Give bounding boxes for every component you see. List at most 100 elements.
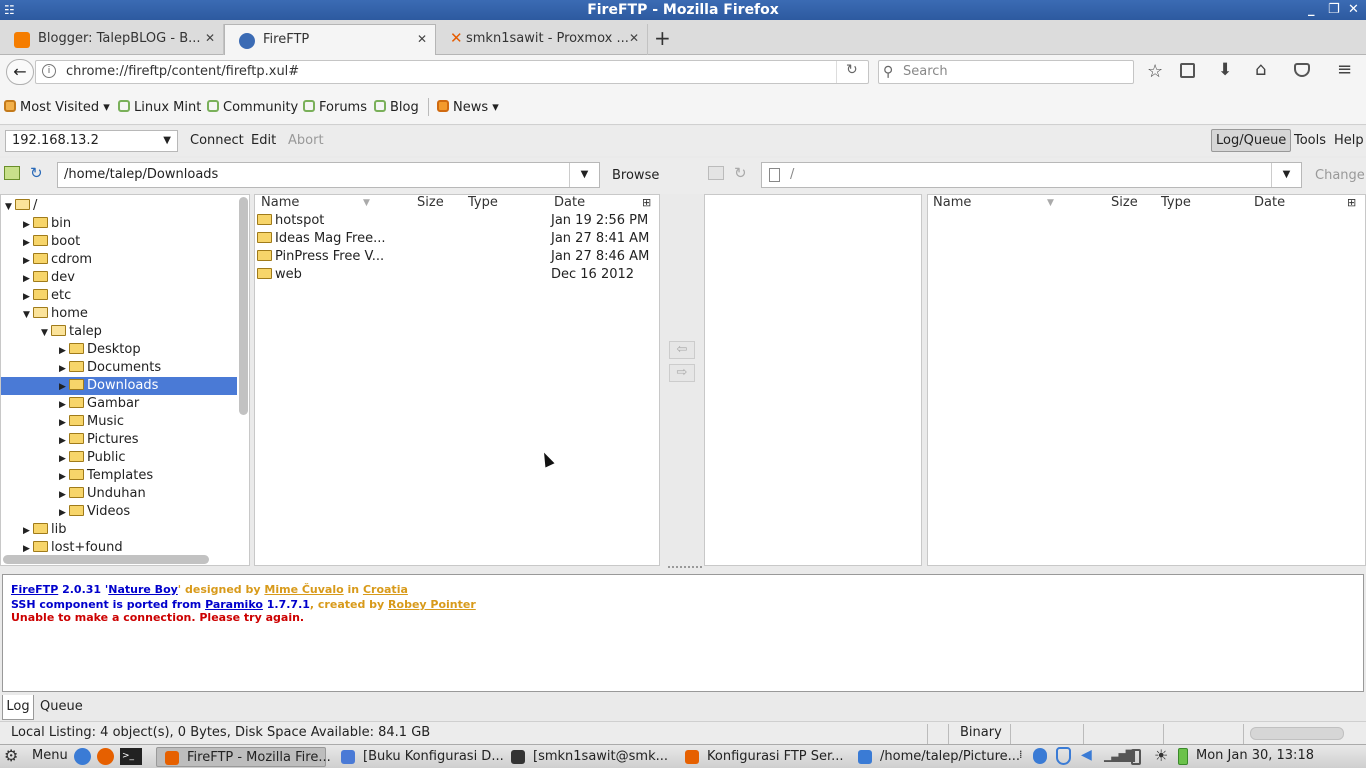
file-row[interactable]: hotspot Jan 19 2:56 PM: [257, 212, 657, 230]
pocket-icon[interactable]: [1294, 63, 1310, 77]
taskbar-window-button[interactable]: [smkn1sawit@smk...: [503, 747, 671, 767]
tools-menu[interactable]: Tools: [1294, 133, 1326, 148]
transfer-right-arrow-icon[interactable]: ⇨: [669, 364, 695, 382]
expand-arrow-icon[interactable]: ▶: [59, 504, 69, 522]
expand-arrow-icon[interactable]: ▶: [59, 342, 69, 360]
abort-button[interactable]: Abort: [288, 133, 324, 148]
tab-queue[interactable]: Queue: [40, 695, 83, 719]
local-folder-tree[interactable]: ▼ / ▶ bin ▶ boot ▶ cdrom ▶ dev ▶ etc ▼ home ▼ talep ▶ Des…: [0, 194, 250, 566]
window-menu-icon[interactable]: ☷: [4, 0, 15, 20]
hamburger-menu-icon[interactable]: ≡: [1337, 59, 1352, 80]
column-picker-icon[interactable]: ⊞: [1347, 195, 1356, 211]
connect-button[interactable]: Connect: [190, 133, 244, 148]
column-header-size[interactable]: Size: [417, 195, 444, 211]
author-link[interactable]: Mime Čuvalo: [264, 583, 343, 596]
file-row[interactable]: Ideas Mag Free... Jan 27 8:41 AM: [257, 230, 657, 248]
tab-log[interactable]: Log: [2, 695, 34, 720]
remote-folder-tree[interactable]: [704, 194, 922, 566]
nature-boy-link[interactable]: Nature Boy: [108, 583, 178, 596]
power-icon[interactable]: [1178, 748, 1188, 765]
expand-arrow-icon[interactable]: ▶: [59, 396, 69, 414]
close-tab-icon[interactable]: ✕: [205, 31, 215, 45]
brightness-icon[interactable]: ☀: [1154, 746, 1168, 765]
column-header-type[interactable]: Type: [1161, 195, 1191, 211]
expand-arrow-icon[interactable]: ▶: [23, 216, 33, 234]
expand-arrow-icon[interactable]: ▶: [23, 234, 33, 252]
robey-pointer-link[interactable]: Robey Pointer: [388, 598, 476, 611]
new-tab-button[interactable]: +: [654, 26, 671, 50]
collapse-arrow-icon[interactable]: ▼: [5, 198, 15, 216]
tree-item[interactable]: ▶ Documents: [1, 359, 237, 377]
collapse-arrow-icon[interactable]: ▼: [41, 324, 51, 342]
bookmark-star-icon[interactable]: ☆: [1147, 61, 1163, 82]
tree-item[interactable]: ▶ Unduhan: [1, 485, 237, 503]
file-row[interactable]: web Dec 16 2012: [257, 266, 657, 284]
shield-icon[interactable]: [1056, 747, 1071, 765]
tree-item[interactable]: ▶ Desktop: [1, 341, 237, 359]
taskbar-window-button[interactable]: FireFTP - Mozilla Fire...: [156, 747, 331, 767]
expand-arrow-icon[interactable]: ▶: [59, 468, 69, 486]
volume-icon[interactable]: ◀: [1081, 747, 1092, 763]
close-tab-icon[interactable]: ✕: [629, 31, 639, 45]
wifi-signal-icon[interactable]: ▁▃▅▇: [1104, 748, 1135, 762]
log-queue-toggle[interactable]: Log/Queue: [1211, 129, 1292, 152]
column-header-name[interactable]: Name: [933, 195, 971, 211]
bookmark-linux-mint[interactable]: Linux Mint: [118, 100, 201, 115]
column-header-date[interactable]: Date: [1254, 195, 1285, 211]
host-select[interactable]: 192.168.13.2 ▼: [5, 130, 178, 152]
expand-arrow-icon[interactable]: ▶: [59, 450, 69, 468]
home-icon[interactable]: ⌂: [1255, 59, 1266, 80]
transfer-mode[interactable]: Binary: [960, 722, 1002, 744]
chevron-down-icon[interactable]: ▼: [569, 163, 599, 187]
tree-item[interactable]: ▶ cdrom: [1, 251, 237, 269]
tab-blogger[interactable]: Blogger: TalepBLOG - B... ✕: [0, 24, 224, 55]
reload-icon[interactable]: ↻: [846, 62, 858, 78]
croatia-link[interactable]: Croatia: [363, 583, 408, 596]
tree-item[interactable]: ▶ etc: [1, 287, 237, 305]
bookmark-blog[interactable]: Blog: [374, 100, 419, 115]
browser-launcher-icon[interactable]: [74, 748, 91, 765]
chevron-down-icon[interactable]: ▼: [1271, 163, 1301, 187]
tree-item[interactable]: ▼ home: [1, 305, 237, 323]
expand-arrow-icon[interactable]: ▶: [23, 522, 33, 540]
back-button[interactable]: ←: [6, 59, 34, 85]
local-file-list[interactable]: Name ▼ Size Type Date ⊞ hotspot Jan 19 2:…: [254, 194, 660, 566]
taskbar-window-button[interactable]: /home/talep/Picture...: [850, 747, 1020, 767]
battery-icon[interactable]: [1131, 749, 1141, 765]
tab-proxmox[interactable]: ✕ smkn1sawit - Proxmox ... ✕: [436, 24, 648, 55]
fireftp-link[interactable]: FireFTP: [11, 583, 58, 596]
bookmark-community[interactable]: Community: [207, 100, 298, 115]
maximize-icon[interactable]: ❐: [1328, 0, 1340, 20]
url-bar[interactable]: i chrome://fireftp/content/fireftp.xul# …: [35, 60, 869, 84]
taskbar-window-button[interactable]: Konfigurasi FTP Ser...: [677, 747, 845, 767]
local-path-input[interactable]: /home/talep/Downloads ▼: [57, 162, 600, 188]
tree-item[interactable]: ▶ bin: [1, 215, 237, 233]
tree-item[interactable]: ▶ Gambar: [1, 395, 237, 413]
expand-arrow-icon[interactable]: ▶: [59, 378, 69, 396]
expand-arrow-icon[interactable]: ▶: [59, 486, 69, 504]
expand-arrow-icon[interactable]: ▶: [59, 414, 69, 432]
close-window-icon[interactable]: ✕: [1348, 0, 1359, 20]
transfer-left-arrow-icon[interactable]: ⇦: [669, 341, 695, 359]
remote-path-input[interactable]: / ▼: [761, 162, 1302, 188]
expand-arrow-icon[interactable]: ▶: [23, 252, 33, 270]
taskbar-window-button[interactable]: [Buku Konfigurasi D...: [333, 747, 504, 767]
tree-item[interactable]: ▶ Public: [1, 449, 237, 467]
firefox-launcher-icon[interactable]: [97, 748, 114, 765]
column-header-type[interactable]: Type: [468, 195, 498, 211]
browse-button[interactable]: Browse: [612, 168, 659, 183]
expand-arrow-icon[interactable]: ▶: [23, 288, 33, 306]
expand-arrow-icon[interactable]: ▶: [23, 270, 33, 288]
tree-item[interactable]: ▶ dev: [1, 269, 237, 287]
column-header-date[interactable]: Date: [554, 195, 585, 211]
info-icon[interactable]: i: [42, 64, 56, 78]
tree-item[interactable]: ▶ Templates: [1, 467, 237, 485]
tree-item[interactable]: ▶ Pictures: [1, 431, 237, 449]
tree-item[interactable]: ▶ boot: [1, 233, 237, 251]
change-button[interactable]: Change: [1315, 168, 1365, 183]
remote-refresh-icon[interactable]: ↻: [734, 164, 747, 182]
mint-menu-icon[interactable]: ⚙: [4, 746, 18, 765]
search-input[interactable]: ⚲ Search: [878, 60, 1134, 84]
new-folder-icon[interactable]: [4, 166, 20, 180]
bookmark-news[interactable]: News ▾: [437, 100, 499, 115]
